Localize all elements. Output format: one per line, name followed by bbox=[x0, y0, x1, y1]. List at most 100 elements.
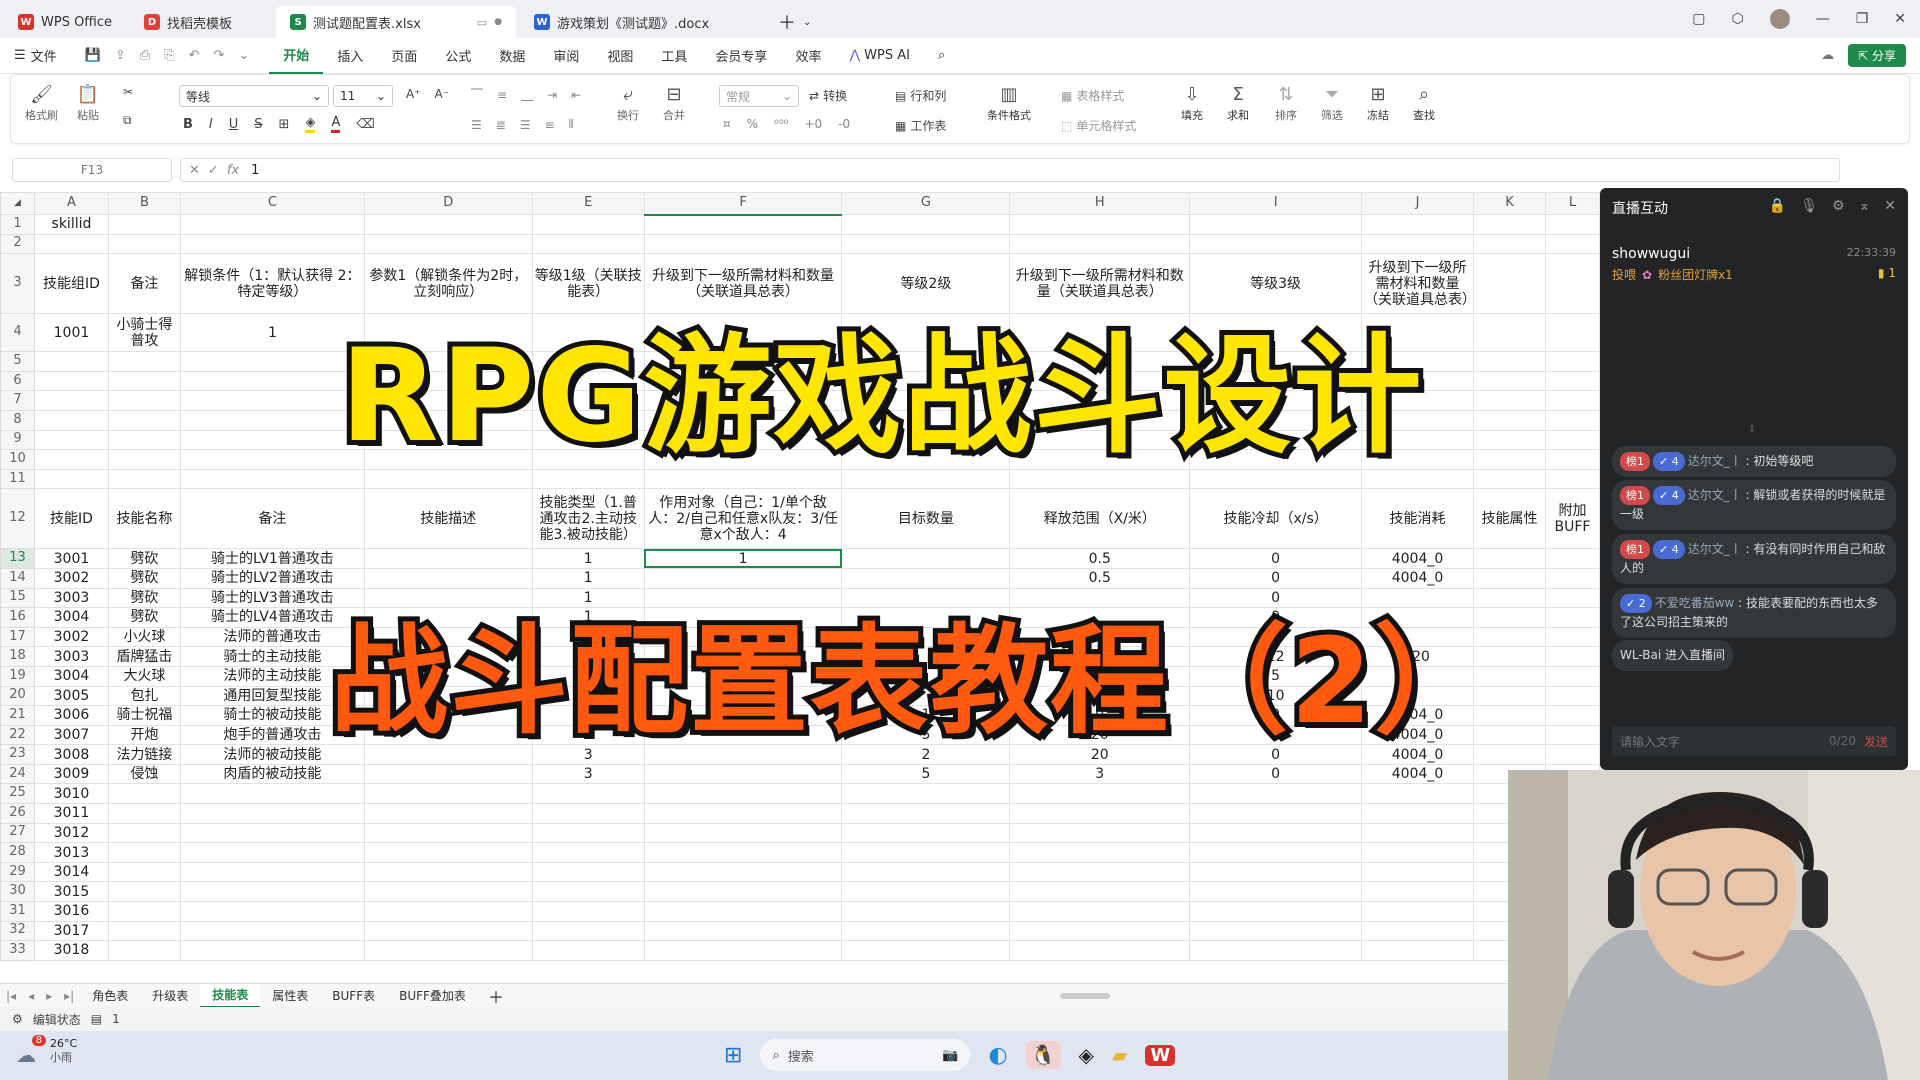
underline-icon[interactable]: U bbox=[229, 117, 239, 132]
cell[interactable] bbox=[531, 940, 645, 961]
cell[interactable] bbox=[179, 390, 365, 411]
cell[interactable]: 肉盾的被动技能 bbox=[179, 763, 365, 785]
layout-icon[interactable]: ▢ bbox=[1692, 11, 1705, 27]
cell[interactable]: 3004 bbox=[33, 665, 109, 687]
fill-color-icon[interactable]: ◈ bbox=[305, 115, 316, 133]
cell[interactable] bbox=[107, 370, 181, 392]
cell[interactable] bbox=[841, 920, 1011, 942]
cell[interactable] bbox=[1189, 783, 1363, 805]
settings-icon[interactable]: ⚙ bbox=[1832, 198, 1845, 214]
cell[interactable] bbox=[841, 842, 1011, 863]
copy-icon[interactable]: ⧉ bbox=[123, 113, 132, 128]
file-explorer-icon[interactable]: ▰ bbox=[1112, 1043, 1127, 1067]
sheet-tab[interactable]: BUFF表 bbox=[320, 984, 387, 1008]
row-header[interactable]: 4 bbox=[0, 313, 35, 353]
cell[interactable]: 4004_0 bbox=[1361, 763, 1474, 785]
tab-document[interactable]: W 游戏策划《测试题》.docx bbox=[520, 6, 760, 38]
confirm-icon[interactable]: ✓ bbox=[208, 163, 219, 178]
cell[interactable] bbox=[1472, 233, 1546, 255]
cell[interactable]: 盾牌猛击 bbox=[107, 646, 181, 667]
cell[interactable] bbox=[643, 842, 843, 863]
chat-user[interactable]: 达尔文_丨 bbox=[1688, 454, 1742, 468]
menu-insert[interactable]: 插入 bbox=[323, 38, 377, 74]
edge-icon[interactable]: ◐ bbox=[988, 1043, 1007, 1068]
cell[interactable] bbox=[1189, 233, 1363, 255]
cell[interactable] bbox=[531, 920, 645, 942]
close-icon[interactable]: ✕ bbox=[1894, 11, 1906, 27]
cell[interactable] bbox=[1544, 607, 1600, 628]
cell[interactable] bbox=[179, 370, 365, 392]
chat-user[interactable]: 达尔文_丨 bbox=[1688, 542, 1742, 556]
cell[interactable] bbox=[841, 861, 1011, 883]
cell[interactable]: 技能ID bbox=[33, 488, 109, 550]
worksheet-button[interactable]: ▦ 工作表 bbox=[895, 117, 946, 134]
cell[interactable] bbox=[1472, 351, 1546, 372]
cell[interactable] bbox=[33, 390, 109, 411]
cell[interactable]: 备注 bbox=[179, 488, 365, 550]
cell[interactable] bbox=[107, 351, 181, 372]
thousands-icon[interactable]: ⁰⁰⁰ bbox=[774, 117, 788, 131]
cell[interactable]: 小骑士得普攻 bbox=[107, 313, 181, 353]
cell[interactable]: 侵蚀 bbox=[107, 763, 181, 785]
cell[interactable] bbox=[107, 409, 181, 431]
cell[interactable] bbox=[1472, 390, 1546, 411]
column-header[interactable]: C bbox=[179, 192, 365, 215]
cell[interactable] bbox=[643, 881, 843, 903]
distribute-icon[interactable]: ⫴ bbox=[569, 117, 574, 132]
row-header[interactable]: 19 bbox=[0, 665, 35, 687]
cell[interactable] bbox=[363, 901, 533, 922]
cell[interactable] bbox=[179, 920, 365, 942]
cell[interactable]: 1 bbox=[531, 548, 645, 569]
cell[interactable] bbox=[1361, 920, 1474, 942]
italic-icon[interactable]: I bbox=[209, 117, 213, 132]
tab-docer[interactable]: D 找稻壳模板 bbox=[130, 6, 272, 38]
column-header[interactable]: J bbox=[1361, 192, 1474, 215]
cell[interactable] bbox=[363, 842, 533, 863]
cell[interactable] bbox=[1009, 940, 1191, 961]
cell[interactable]: 3005 bbox=[33, 685, 109, 707]
row-header[interactable]: 24 bbox=[0, 763, 35, 785]
cell[interactable] bbox=[363, 548, 533, 569]
cell[interactable] bbox=[1361, 822, 1474, 844]
cell[interactable] bbox=[107, 901, 181, 922]
cell[interactable]: 备注 bbox=[107, 253, 181, 315]
cell[interactable]: 3012 bbox=[33, 822, 109, 844]
cell[interactable] bbox=[1544, 370, 1600, 392]
print-preview-icon[interactable]: ⎘ bbox=[164, 48, 174, 63]
sheet-tab[interactable]: BUFF叠加表 bbox=[387, 984, 478, 1008]
cell[interactable] bbox=[1189, 803, 1363, 824]
row-header[interactable]: 25 bbox=[0, 783, 35, 805]
row-header[interactable]: 26 bbox=[0, 803, 35, 824]
windows-start-icon[interactable]: ⊞ bbox=[724, 1043, 742, 1068]
cell[interactable]: 3011 bbox=[33, 803, 109, 824]
avatar[interactable] bbox=[1769, 9, 1790, 29]
menu-data[interactable]: 数据 bbox=[485, 38, 539, 74]
cell[interactable] bbox=[1189, 881, 1363, 903]
cell[interactable] bbox=[1189, 822, 1363, 844]
cell[interactable] bbox=[1189, 842, 1363, 863]
cell[interactable] bbox=[1009, 861, 1191, 883]
percent-icon[interactable]: % bbox=[747, 117, 758, 131]
cell[interactable] bbox=[531, 214, 645, 235]
cell[interactable] bbox=[33, 429, 109, 451]
menu-file[interactable]: ☰ 文件 bbox=[0, 38, 71, 74]
cell[interactable] bbox=[1544, 724, 1600, 746]
cell[interactable]: 3001 bbox=[33, 548, 109, 569]
cell[interactable]: 1 bbox=[643, 548, 843, 569]
macro-icon[interactable]: ⚙ bbox=[12, 1012, 23, 1026]
wps-taskbar-icon[interactable]: W bbox=[1145, 1044, 1176, 1066]
cell[interactable]: 大火球 bbox=[107, 665, 181, 687]
row-header[interactable]: 27 bbox=[0, 822, 35, 844]
cell[interactable]: 4004_0 bbox=[1361, 548, 1474, 569]
cell[interactable] bbox=[1361, 940, 1474, 961]
cell[interactable] bbox=[1009, 214, 1191, 235]
print-icon[interactable]: ⎙ bbox=[140, 48, 150, 63]
column-header[interactable]: D bbox=[363, 192, 533, 215]
cell[interactable] bbox=[179, 409, 365, 431]
justify-icon[interactable]: ≡ bbox=[545, 118, 555, 132]
cell[interactable] bbox=[1544, 351, 1600, 372]
align-bottom-icon[interactable]: ⎽ bbox=[521, 87, 533, 102]
cell[interactable]: 解锁条件（1：默认获得 2：特定等级） bbox=[179, 253, 365, 315]
cell[interactable] bbox=[179, 214, 365, 235]
column-header[interactable]: L bbox=[1544, 192, 1600, 215]
